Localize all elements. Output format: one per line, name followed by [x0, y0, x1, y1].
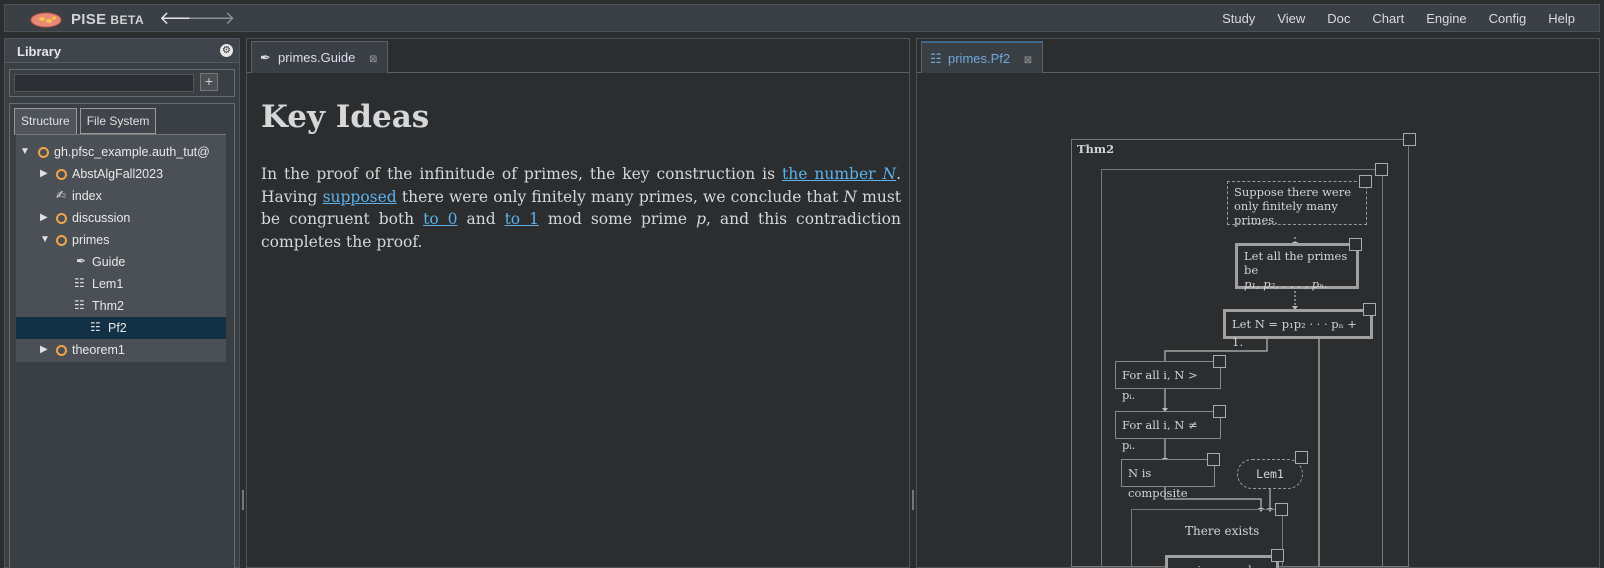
library-header: Library ⚙: [5, 39, 239, 63]
link-the-number-n[interactable]: the number N: [782, 165, 896, 183]
splitter-handle[interactable]: [242, 490, 244, 510]
node-suppose[interactable]: Suppose there were only finitely many pr…: [1227, 181, 1367, 227]
expand-toggle-icon[interactable]: [1349, 238, 1362, 251]
node-prime-p[interactable]: a prime number p: [1165, 555, 1279, 568]
tree-item-selected[interactable]: ☷ Pf2: [16, 317, 226, 339]
hierarchy-icon: ☷: [90, 320, 101, 334]
library-search-input[interactable]: [14, 74, 194, 92]
tab-primes-pf2[interactable]: ☷ primes.Pf2 ⊠: [921, 41, 1044, 73]
library-tabs: Structure File System: [14, 108, 159, 135]
guide-tabstrip: ✒ primes.Guide ⊠: [247, 39, 909, 73]
tab-primes-guide[interactable]: ✒ primes.Guide ⊠: [251, 41, 389, 73]
node-let-primes[interactable]: Let all the primes be p₁, p₂, . . . , pₙ.: [1235, 243, 1359, 291]
tree-item[interactable]: ▶ theorem1: [16, 339, 226, 361]
collapsed-arrow-icon[interactable]: ▶: [40, 168, 48, 179]
forward-arrow-icon[interactable]: 🡒: [187, 8, 235, 28]
menu-doc[interactable]: Doc: [1327, 11, 1350, 26]
guide-document: Key Ideas In the proof of the infinitude…: [261, 99, 901, 253]
tree-item[interactable]: ▼ primes: [16, 229, 226, 251]
tree-item[interactable]: ☷ Lem1: [16, 273, 226, 295]
module-icon: [56, 345, 67, 356]
expand-toggle-icon[interactable]: [1271, 549, 1284, 562]
structure-tree: ▼ gh.pfsc_example.auth_tut@ ▶ AbstAlgFal…: [16, 134, 226, 362]
expanded-arrow-icon[interactable]: ▼: [40, 234, 50, 245]
hierarchy-icon: ☷: [930, 51, 942, 66]
menu-chart[interactable]: Chart: [1372, 11, 1404, 26]
expand-toggle-icon[interactable]: [1403, 133, 1416, 146]
add-repo-button[interactable]: +: [200, 73, 218, 91]
link-to-0[interactable]: to 0: [423, 210, 457, 228]
close-icon[interactable]: ⊠: [1024, 55, 1032, 66]
quill-icon: ✒: [260, 50, 271, 65]
expanded-arrow-icon[interactable]: ▼: [20, 146, 30, 157]
main-menu: Study View Doc Chart Engine Config Help: [1200, 11, 1575, 26]
thm2-label: Thm2: [1077, 142, 1115, 156]
tree-item[interactable]: ▶ AbstAlgFall2023: [16, 163, 226, 185]
guide-paragraph: In the proof of the infinitude of primes…: [261, 165, 902, 251]
library-sidebar: Library ⚙ + Structure File System ▼ gh.p…: [4, 38, 240, 568]
menu-study[interactable]: Study: [1222, 11, 1255, 26]
chart-tabstrip: ☷ primes.Pf2 ⊠: [917, 39, 1599, 73]
node-lem1[interactable]: Lem1: [1237, 459, 1303, 489]
collapsed-arrow-icon[interactable]: ▶: [40, 212, 48, 223]
node-forall-gt[interactable]: For all i, N > pᵢ.: [1115, 361, 1221, 402]
tree-item[interactable]: ✒ Guide: [16, 251, 226, 273]
module-icon: [56, 235, 67, 246]
page-title: Key Ideas: [261, 99, 430, 135]
expand-toggle-icon[interactable]: [1207, 453, 1220, 466]
library-search-bar: +: [9, 69, 235, 97]
quill-icon: ✒: [76, 254, 87, 268]
splitter-handle[interactable]: [912, 490, 914, 510]
close-icon[interactable]: ⊠: [369, 54, 377, 65]
chart-pane: ☷ primes.Pf2 ⊠ Thm2 Suppose there were o…: [916, 38, 1600, 568]
menu-help[interactable]: Help: [1548, 11, 1575, 26]
gear-icon[interactable]: ⚙: [220, 44, 233, 57]
module-icon: [38, 147, 49, 158]
node-let-n[interactable]: Let N = p₁p₂ · · · pₙ + 1.: [1223, 309, 1373, 349]
node-composite[interactable]: N is composite: [1121, 459, 1215, 500]
top-bar: PISE BETA 🡐 🡒 Study View Doc Chart Engine…: [4, 4, 1600, 32]
collapsed-arrow-icon[interactable]: ▶: [40, 344, 48, 355]
library-title: Library: [17, 44, 62, 59]
beta-badge: BETA: [110, 13, 145, 27]
link-supposed[interactable]: supposed: [323, 188, 397, 206]
expand-toggle-icon[interactable]: [1295, 451, 1308, 464]
proof-diagram: Thm2 Suppose there were only finitely ma…: [917, 75, 1599, 568]
tab-file-system[interactable]: File System: [79, 108, 157, 134]
link-to-1[interactable]: to 1: [505, 210, 539, 228]
annotation-icon: ✍: [56, 188, 67, 202]
node-forall-ne[interactable]: For all i, N ≠ pᵢ.: [1115, 411, 1221, 452]
menu-view[interactable]: View: [1277, 11, 1305, 26]
module-icon: [56, 213, 67, 224]
hierarchy-icon: ☷: [74, 276, 85, 290]
library-panel: Structure File System ▼ gh.pfsc_example.…: [9, 103, 235, 568]
tree-item[interactable]: ☷ Thm2: [16, 295, 226, 317]
pise-logo-icon: [30, 12, 62, 28]
expand-toggle-icon[interactable]: [1213, 405, 1226, 418]
exists-label: There exists: [1185, 524, 1260, 538]
expand-toggle-icon[interactable]: [1363, 303, 1376, 316]
tab-structure[interactable]: Structure: [14, 108, 77, 135]
menu-config[interactable]: Config: [1489, 11, 1527, 26]
tree-item[interactable]: ✍ index: [16, 185, 226, 207]
expand-toggle-icon[interactable]: [1375, 163, 1388, 176]
menu-engine[interactable]: Engine: [1426, 11, 1466, 26]
tree-item[interactable]: ▶ discussion: [16, 207, 226, 229]
guide-pane: ✒ primes.Guide ⊠ Key Ideas In the proof …: [246, 38, 910, 568]
tree-item[interactable]: ▼ gh.pfsc_example.auth_tut@: [16, 141, 226, 163]
app-name: PISE BETA: [71, 11, 145, 28]
module-icon: [56, 169, 67, 180]
expand-toggle-icon[interactable]: [1275, 503, 1288, 516]
expand-toggle-icon[interactable]: [1359, 175, 1372, 188]
hierarchy-icon: ☷: [74, 298, 85, 312]
expand-toggle-icon[interactable]: [1213, 355, 1226, 368]
